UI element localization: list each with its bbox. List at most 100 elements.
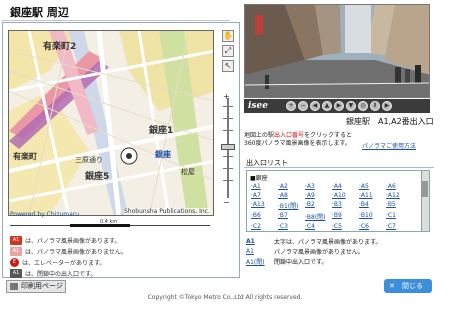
exit-link[interactable]: ·B8(閉) bbox=[305, 212, 332, 221]
note-text: パノラマ風景画像がありません。 bbox=[274, 248, 364, 256]
closed-exit-icon: A1 bbox=[10, 269, 22, 278]
exit-panorama-icon: A1 bbox=[10, 236, 22, 245]
zoom-tick bbox=[223, 118, 233, 119]
select-arrow-icon[interactable]: ↖ bbox=[222, 60, 234, 72]
exit-link[interactable]: ·A5 bbox=[359, 183, 386, 190]
exit-link[interactable]: ·A1 bbox=[251, 183, 278, 190]
map-label: 松屋 bbox=[181, 168, 195, 176]
desc-text: をクリックすると bbox=[304, 132, 353, 139]
exit-notes: A1 太字は、パノラマ風景画像があります。 A1 パノラマ風景画像がありません。 A… bbox=[246, 236, 436, 266]
exit-link[interactable]: ·B1(閉) bbox=[278, 201, 305, 210]
zoom-slider-handle[interactable] bbox=[221, 144, 235, 150]
exit-link[interactable]: ·B6 bbox=[251, 212, 278, 221]
close-button[interactable]: 閉じる bbox=[384, 279, 432, 293]
zoom-out-button[interactable]: − bbox=[297, 101, 308, 111]
zoom-in-button[interactable]: + bbox=[285, 101, 296, 111]
exit-link[interactable]: ·B2 bbox=[305, 201, 332, 210]
exit-link[interactable]: ·A12 bbox=[386, 192, 413, 199]
pan-down-button[interactable]: ▼ bbox=[345, 101, 356, 111]
legend-row: A1 は、パノラマ風景画像がありません。 bbox=[10, 246, 230, 257]
exit-link[interactable]: ·C1 bbox=[386, 212, 413, 221]
panorama-image bbox=[245, 5, 429, 97]
exit-link[interactable]: ·B3 bbox=[332, 201, 359, 210]
scrollbar-thumb[interactable] bbox=[422, 181, 428, 197]
exit-link[interactable]: ·C6 bbox=[359, 223, 386, 230]
note-key: A1(閉) bbox=[246, 258, 265, 266]
exit-link[interactable]: ·A2 bbox=[278, 183, 305, 190]
map-label: 有楽町2 bbox=[43, 42, 77, 52]
pan-left-button[interactable]: ◀ bbox=[309, 101, 320, 111]
exit-link[interactable]: ·A7 bbox=[251, 192, 278, 199]
isee-logo: isee bbox=[248, 101, 268, 111]
legend-text: は、パノラマ風景画像があります。 bbox=[25, 238, 121, 245]
zoom-tick bbox=[223, 168, 233, 169]
map-canvas bbox=[9, 31, 213, 215]
exit-link[interactable]: ·A13 bbox=[251, 201, 278, 210]
exit-link[interactable]: ·B7 bbox=[278, 212, 305, 221]
zoom-out-icon[interactable]: − bbox=[223, 198, 230, 207]
legend-row: A1 は、閉鎖中の出入口です。 bbox=[10, 268, 230, 279]
exit-link[interactable]: ·B4 bbox=[359, 201, 386, 210]
map-scale: 0.4 km bbox=[10, 219, 210, 229]
copyright-footer: Copyright ©Tokyo Metro Co.,Ltd All right… bbox=[147, 294, 303, 301]
exit-link[interactable]: ·A11 bbox=[359, 192, 386, 199]
exit-link[interactable]: ·B9 bbox=[332, 212, 359, 221]
zoom-area-icon[interactable]: ⤢ bbox=[222, 45, 234, 57]
note-row: A1 パノラマ風景画像がありません。 bbox=[246, 246, 436, 256]
exit-link[interactable]: ·C5 bbox=[332, 223, 359, 230]
exit-link[interactable]: ·C7 bbox=[386, 223, 413, 230]
exit-link[interactable]: ·B5 bbox=[386, 201, 413, 210]
legend-text: は、パノラマ風景画像がありません。 bbox=[25, 249, 127, 256]
exit-no-panorama-icon: A1 bbox=[10, 247, 22, 256]
map-copyright: Shobunsha Publications, Inc. bbox=[124, 208, 210, 215]
legend-text: は、閉鎖中の出入口です。 bbox=[25, 271, 97, 278]
legend-row: E は、エレベーターがあります。 bbox=[10, 257, 230, 268]
hand-tool-icon[interactable]: ✋ bbox=[222, 30, 234, 42]
note-text: 閉鎖中出入口です。 bbox=[274, 258, 328, 266]
exit-link[interactable]: ·A10 bbox=[332, 192, 359, 199]
exit-link[interactable]: ·A9 bbox=[305, 192, 332, 199]
exit-list-scrollbar[interactable] bbox=[421, 171, 429, 231]
legend-row: A1 は、パノラマ風景画像があります。 bbox=[10, 235, 230, 246]
zoom-tick bbox=[223, 106, 233, 107]
desc-highlight: 出入口番号 bbox=[274, 132, 305, 139]
note-row: A1 太字は、パノラマ風景画像があります。 bbox=[246, 236, 436, 246]
exit-link[interactable]: ·C2 bbox=[251, 223, 278, 230]
exit-grid: ·A1 ·A2 ·A3 ·A4 ·A5 ·A6 ·A7 ·A8 ·A9 ·A10 ·A11 ·A12 ·… bbox=[251, 183, 429, 230]
panorama-viewer[interactable] bbox=[244, 4, 430, 98]
note-text: 太字は、パノラマ風景画像があります。 bbox=[274, 238, 382, 246]
exit-link[interactable]: ·B10 bbox=[359, 212, 386, 221]
legend-text: は、エレベーターがあります。 bbox=[22, 260, 106, 267]
page-title: 銀座駅 周辺 bbox=[10, 6, 69, 19]
exit-list[interactable]: ■銀座 ·A1 ·A2 ·A3 ·A4 ·A5 ·A6 ·A7 ·A8 ·A9 ·A10 ·A11 ·… bbox=[246, 170, 430, 232]
map-label: 三原通り bbox=[75, 156, 103, 164]
exit-link[interactable]: ·A4 bbox=[332, 183, 359, 190]
note-key: A1 bbox=[246, 237, 255, 245]
exit-link[interactable]: ·A8 bbox=[278, 192, 305, 199]
exit-link[interactable]: ·A3 bbox=[305, 183, 332, 190]
map-provider-credit: Powered by Chizumaru bbox=[10, 211, 80, 218]
exit-link[interactable]: ·C3 bbox=[278, 223, 305, 230]
desc-text: 地図上の駅 bbox=[244, 132, 275, 139]
panorama-usage-link[interactable]: パノラマご使用方法 bbox=[362, 141, 416, 150]
map-label: 有楽町 bbox=[13, 152, 37, 161]
scale-label: 0.4 km bbox=[100, 219, 118, 225]
print-page-button[interactable]: 印刷用ページ bbox=[6, 280, 66, 293]
exit-list-divider bbox=[244, 167, 434, 168]
pan-up-button[interactable]: ▲ bbox=[321, 101, 332, 111]
map-label: 銀座1 bbox=[149, 126, 174, 136]
exit-link[interactable]: ·C4 bbox=[305, 223, 332, 230]
station-name-label: 銀座 bbox=[155, 150, 171, 159]
exit-link[interactable]: ·A6 bbox=[386, 183, 413, 190]
play-button[interactable]: ▶ bbox=[381, 101, 392, 111]
title-divider bbox=[2, 20, 230, 21]
panorama-caption: 銀座駅 A1,A2番出入口 bbox=[346, 117, 434, 126]
pause-button[interactable]: Ⅱ bbox=[369, 101, 380, 111]
area-map[interactable]: 有楽町2 銀座1 有楽町 三原通り 銀座5 銀座 松屋 bbox=[8, 30, 214, 216]
panorama-toolbar: isee + − ◀ ▲ ▶ ▼ ◎ Ⅱ ▶ bbox=[244, 99, 430, 113]
reset-view-button[interactable]: ◎ bbox=[357, 101, 368, 111]
station-popup: { "title": "銀座駅 周辺", "map": { "powered":… bbox=[0, 0, 450, 316]
map-label: 銀座5 bbox=[85, 172, 110, 182]
map-legend: A1 は、パノラマ風景画像があります。 A1 は、パノラマ風景画像がありません。… bbox=[10, 235, 230, 279]
pan-right-button[interactable]: ▶ bbox=[333, 101, 344, 111]
